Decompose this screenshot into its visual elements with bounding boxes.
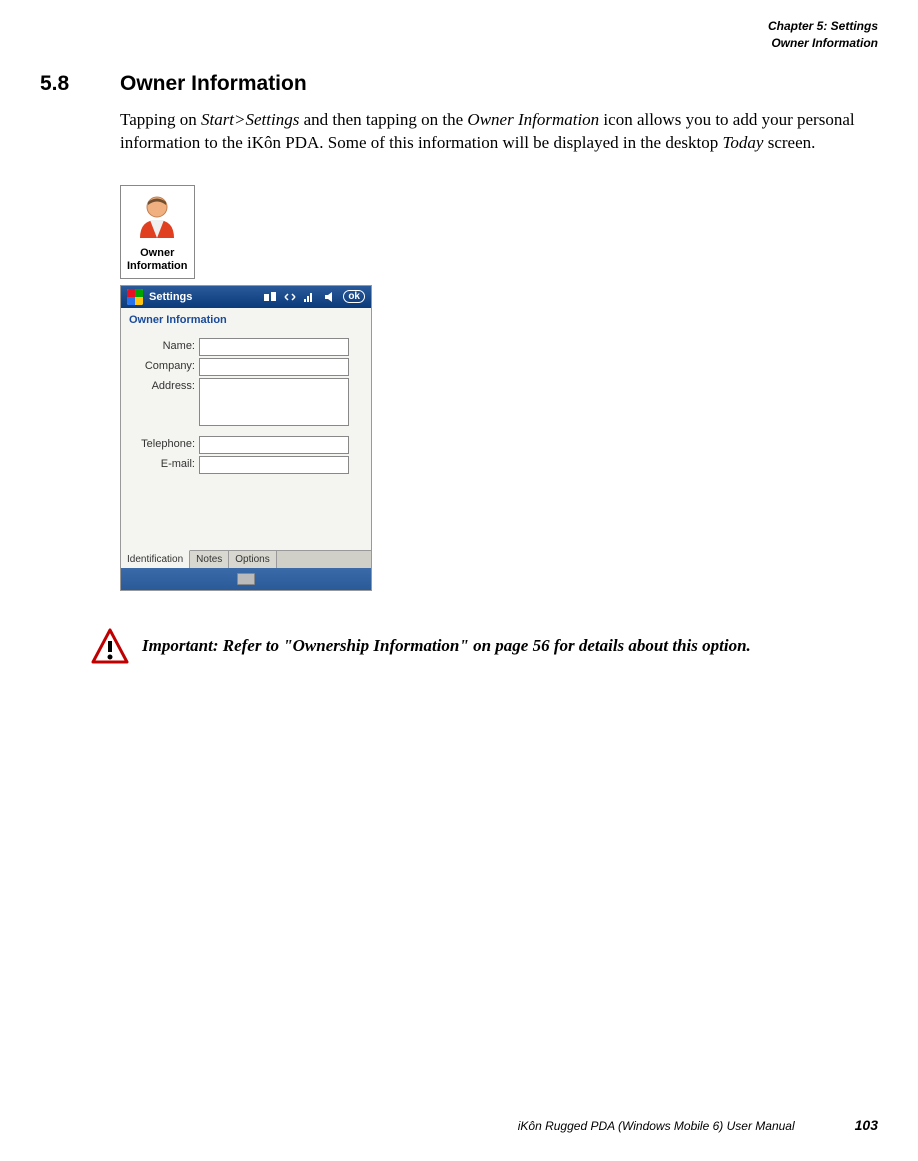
sync-icon — [283, 291, 297, 303]
connection-icon — [263, 291, 277, 303]
manual-title: iKôn Rugged PDA (Windows Mobile 6) User … — [518, 1119, 795, 1133]
section-number: 5.8 — [40, 72, 120, 96]
email-label: E-mail: — [131, 456, 199, 474]
body-paragraph: Tapping on Start>Settings and then tappi… — [120, 108, 868, 156]
important-note: Important: Refer to "Ownership Informati… — [90, 627, 878, 667]
title-bar: Settings ok — [121, 286, 371, 308]
company-label: Company: — [131, 358, 199, 376]
person-icon — [132, 190, 182, 240]
section-title: Owner Information — [120, 72, 307, 96]
ok-button[interactable]: ok — [343, 290, 365, 303]
section-heading: 5.8 Owner Information — [40, 72, 878, 96]
tab-options[interactable]: Options — [229, 551, 276, 568]
screen-body: Owner Information Name: Company: Address… — [121, 308, 371, 568]
volume-icon — [323, 291, 337, 303]
bottom-bar — [121, 568, 371, 590]
keyboard-icon[interactable] — [237, 573, 255, 585]
tabs: Identification Notes Options — [121, 550, 371, 568]
email-input[interactable] — [199, 456, 349, 474]
owner-form: Name: Company: Address: Telephone: E-mai… — [131, 338, 371, 474]
owner-info-icon-block: Owner Information — [120, 185, 195, 278]
page-number: 103 — [855, 1117, 878, 1133]
start-icon[interactable] — [127, 289, 143, 305]
warning-icon — [90, 627, 130, 667]
signal-icon — [303, 291, 317, 303]
telephone-label: Telephone: — [131, 436, 199, 454]
screen-subheader: Owner Information — [121, 308, 371, 332]
status-tray: ok — [263, 290, 365, 303]
icon-label-line2: Information — [127, 260, 188, 273]
address-input[interactable] — [199, 378, 349, 426]
name-label: Name: — [131, 338, 199, 356]
page-header: Chapter 5: Settings Owner Information — [40, 18, 878, 52]
name-input[interactable] — [199, 338, 349, 356]
section-label: Owner Information — [40, 35, 878, 52]
important-text: Important: Refer to "Ownership Informati… — [142, 627, 751, 657]
tab-notes[interactable]: Notes — [190, 551, 229, 568]
title-bar-text: Settings — [149, 291, 192, 303]
chapter-label: Chapter 5: Settings — [40, 18, 878, 35]
telephone-input[interactable] — [199, 436, 349, 454]
icon-label-line1: Owner — [127, 247, 188, 260]
address-label: Address: — [131, 378, 199, 426]
tab-identification[interactable]: Identification — [121, 550, 190, 568]
page-footer: iKôn Rugged PDA (Windows Mobile 6) User … — [40, 1117, 878, 1133]
pda-screenshot: Settings ok Owner Information Name: Comp… — [120, 285, 372, 591]
company-input[interactable] — [199, 358, 349, 376]
